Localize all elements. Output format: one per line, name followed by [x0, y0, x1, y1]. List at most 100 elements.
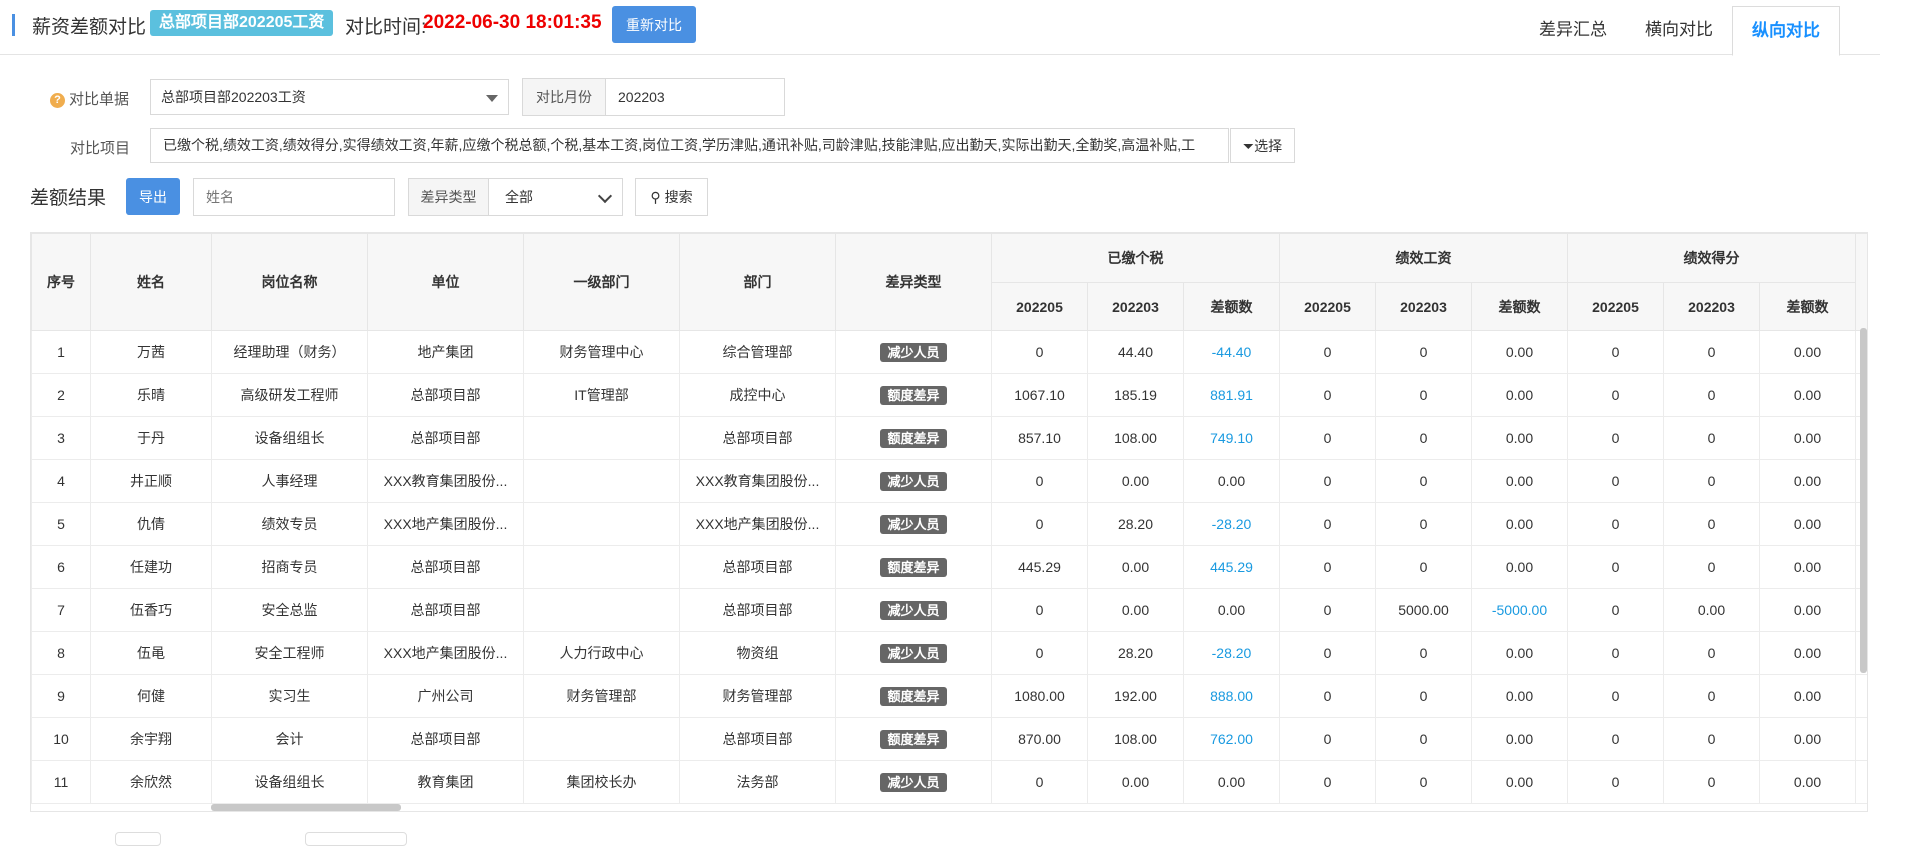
pager-jump-input[interactable]: [305, 832, 407, 846]
col-header[interactable]: 差异类型: [835, 233, 992, 331]
col-header[interactable]: 一级部门: [523, 233, 680, 331]
search-label: 搜索: [664, 189, 693, 205]
cell-value: -5000.00: [1471, 588, 1568, 632]
cell-value: 0: [1375, 631, 1472, 675]
table-row[interactable]: 3 于丹 设备组组长 总部项目部 总部项目部 额度差异 857.10 108.00 749.10…: [31, 416, 1867, 460]
table-row[interactable]: 7 伍香巧 安全总监 总部项目部 总部项目部 减少人员 0 0.00 0.00 0 5000.00-…: [31, 588, 1867, 632]
table-row[interactable]: 6 任建功 招商专员 总部项目部 总部项目部 额度差异 445.29 0.00 445.29 0 0…: [31, 545, 1867, 589]
sub-header[interactable]: 202205: [1279, 282, 1376, 331]
cell-value: 0: [1663, 760, 1760, 804]
compare-items-field[interactable]: 已缴个税,绩效工资,绩效得分,实得绩效工资,年薪,应缴个税总额,个税,基本工资,…: [150, 128, 1229, 163]
cell-value: 0.00: [1471, 631, 1568, 675]
help-icon[interactable]: ?: [50, 93, 65, 108]
cell-value: 749.10: [1183, 416, 1280, 460]
sub-header[interactable]: 202203: [1375, 282, 1472, 331]
col-header[interactable]: 部门: [679, 233, 836, 331]
col-header[interactable]: 岗位名称: [211, 233, 368, 331]
diff-type-select[interactable]: 全部: [488, 178, 623, 216]
cell-value: 0.00: [1759, 545, 1856, 589]
cell-no: 1: [31, 330, 91, 374]
cell-name: 井正顺: [90, 459, 212, 503]
rerun-compare-button[interactable]: 重新对比: [612, 6, 696, 43]
cell-diff-type: 额度差异: [835, 717, 992, 761]
cell-diff-type: 减少人员: [835, 459, 992, 503]
cell-value: 0.00: [1471, 459, 1568, 503]
items-label: 对比项目: [70, 140, 131, 157]
cell-value: 0: [1567, 330, 1664, 374]
diff-type-tag: 额度差异: [880, 428, 947, 448]
cell-value: 0: [1663, 330, 1760, 374]
diff-type-tag: 额度差异: [880, 385, 947, 405]
cell-value: 762.00: [1183, 717, 1280, 761]
sub-header[interactable]: 差额数: [1183, 282, 1280, 331]
sub-header[interactable]: 202205: [991, 282, 1088, 331]
search-button[interactable]: ⚲ 搜索: [635, 178, 708, 216]
name-search-input[interactable]: [193, 178, 395, 216]
horizontal-scrollbar[interactable]: [211, 804, 401, 811]
cell-value: 0: [1567, 588, 1664, 632]
table-row[interactable]: 2 乐晴 高级研发工程师 总部项目部 IT管理部 成控中心 额度差异 1067.10 185.1…: [31, 373, 1867, 417]
cell-value: 0: [1375, 760, 1472, 804]
cell-value: 0.00: [1471, 717, 1568, 761]
cell-value: 0: [1279, 588, 1376, 632]
diff-type-label: 差异类型: [408, 178, 489, 216]
cell-value: 0: [1663, 416, 1760, 460]
chevron-down-icon: [597, 188, 613, 204]
cell-dept1: [523, 416, 680, 460]
cell-dept1: 财务管理部: [523, 674, 680, 718]
cell-unit: 总部项目部: [367, 717, 524, 761]
tab-vertical-compare[interactable]: 纵向对比: [1732, 6, 1840, 56]
table-row[interactable]: 11 余欣然 设备组组长 教育集团 集团校长办 法务部 减少人员 0 0.00 0.00 0 0 0.0…: [31, 760, 1867, 804]
cell-value: 108.00: [1087, 717, 1184, 761]
table-row[interactable]: 4 井正顺 人事经理 XXX教育集团股份... XXX教育集团股份... 减少人员 0 0.0…: [31, 459, 1867, 503]
cell-value: 0: [1279, 416, 1376, 460]
cell-dept: 总部项目部: [679, 416, 836, 460]
cell-name: 任建功: [90, 545, 212, 589]
compare-doc-value: 总部项目部202203工资: [161, 89, 306, 105]
cell-name: 何健: [90, 674, 212, 718]
page-title: 薪资差额对比: [32, 17, 147, 38]
tab-horizontal-compare[interactable]: 横向对比: [1626, 6, 1732, 54]
cell-value: 0.00: [1471, 760, 1568, 804]
table-row[interactable]: 1 万茜 经理助理（财务） 地产集团 财务管理中心 综合管理部 减少人员 0 44.40 -44.…: [31, 330, 1867, 374]
sub-header[interactable]: 202203: [1663, 282, 1760, 331]
export-button[interactable]: 导出: [126, 178, 180, 215]
cell-no: 4: [31, 459, 91, 503]
cell-post: 绩效专员: [211, 502, 368, 546]
diff-type-tag: 额度差异: [880, 557, 947, 577]
table-row[interactable]: 5 仇倩 绩效专员 XXX地产集团股份... XXX地产集团股份... 减少人员 0 28.2…: [31, 502, 1867, 546]
cell-unit: 教育集团: [367, 760, 524, 804]
table-row[interactable]: 10 余宇翔 会计 总部项目部 总部项目部 额度差异 870.00 108.00 762.00 0…: [31, 717, 1867, 761]
cell-dept1: [523, 717, 680, 761]
cell-value: 0: [1279, 373, 1376, 417]
cell-unit: 地产集团: [367, 330, 524, 374]
pager-size-select[interactable]: [115, 832, 161, 846]
view-tabs: 差异汇总 横向对比 纵向对比: [1520, 6, 1840, 56]
results-title: 差额结果: [30, 188, 107, 209]
doc-label: ? 对比单据: [50, 88, 129, 109]
cell-value: -28.20: [1183, 502, 1280, 546]
col-header[interactable]: 姓名: [90, 233, 212, 331]
page-header: 薪资差额对比 总部项目部202205工资 对比时间: 2022-06-30 18…: [0, 0, 1880, 56]
cell-value: 0: [1663, 502, 1760, 546]
cell-no: 6: [31, 545, 91, 589]
compare-doc-select[interactable]: 总部项目部202203工资: [150, 79, 509, 115]
col-header[interactable]: 单位: [367, 233, 524, 331]
sub-header[interactable]: 差额数: [1471, 282, 1568, 331]
sub-header[interactable]: 202203: [1087, 282, 1184, 331]
diff-type-tag: 减少人员: [880, 772, 947, 792]
sub-header[interactable]: 202205: [1567, 282, 1664, 331]
choose-items-button[interactable]: ⏷选择: [1230, 128, 1295, 163]
vertical-scrollbar[interactable]: [1860, 328, 1867, 673]
tab-diff-summary[interactable]: 差异汇总: [1520, 6, 1626, 54]
search-icon: ⚲: [650, 189, 661, 205]
month-input[interactable]: 202203: [605, 78, 785, 116]
cell-value: 0: [1375, 373, 1472, 417]
cell-no: 7: [31, 588, 91, 632]
sub-header[interactable]: 差额数: [1759, 282, 1856, 331]
cell-dept: 成控中心: [679, 373, 836, 417]
col-header[interactable]: 序号: [31, 233, 91, 331]
cell-diff-type: 减少人员: [835, 631, 992, 675]
table-row[interactable]: 8 伍黾 安全工程师 XXX地产集团股份... 人力行政中心 物资组 减少人员 0 28.20-…: [31, 631, 1867, 675]
table-row[interactable]: 9 何健 实习生 广州公司 财务管理部 财务管理部 额度差异 1080.00 192.00 888…: [31, 674, 1867, 718]
